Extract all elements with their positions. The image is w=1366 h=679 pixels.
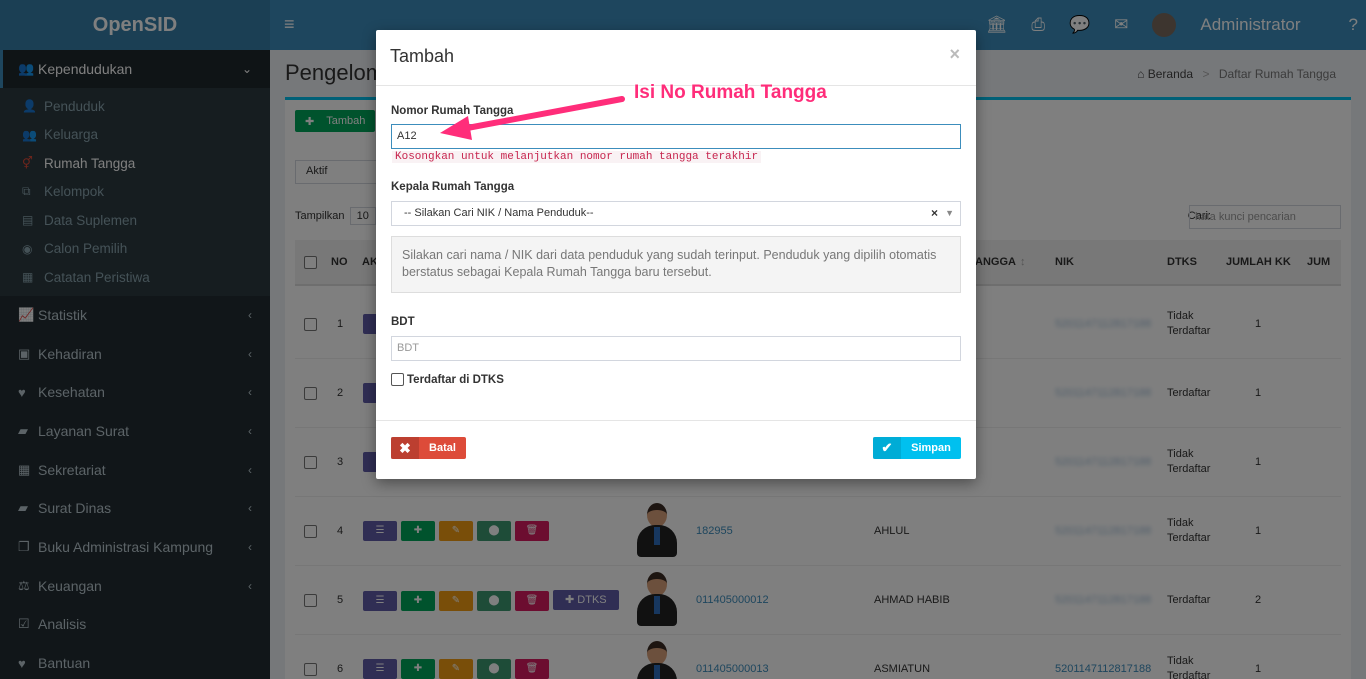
cancel-button[interactable]: ✖ Batal	[391, 437, 466, 459]
check-icon: ✔	[873, 437, 901, 459]
modal-footer: ✖ Batal ✔ Simpan	[376, 420, 976, 479]
bdt-label: BDT	[391, 316, 415, 328]
nomor-hint: Kosongkan untuk melanjutkan nomor rumah …	[392, 151, 762, 163]
cancel-label: Batal	[429, 442, 456, 454]
kepala-rumah-tangga-select[interactable]: -- Silakan Cari NIK / Nama Penduduk-- × …	[391, 201, 961, 226]
dtks-checkbox-label: Terdaftar di DTKS	[407, 373, 504, 386]
modal-title: Tambah	[390, 46, 455, 66]
caret-down-icon[interactable]: ▼	[945, 208, 954, 218]
clear-icon[interactable]: ×	[931, 206, 938, 220]
bdt-input[interactable]: BDT	[391, 336, 961, 361]
info-callout: Silakan cari nama / NIK dari data pendud…	[391, 236, 961, 293]
dtks-checkbox-row[interactable]: Terdaftar di DTKS	[391, 373, 504, 386]
save-label: Simpan	[911, 442, 951, 454]
save-button[interactable]: ✔ Simpan	[873, 437, 961, 459]
kepala-select-value: -- Silakan Cari NIK / Nama Penduduk--	[404, 207, 594, 219]
close-icon[interactable]: ×	[949, 44, 960, 65]
close-icon: ✖	[391, 437, 419, 459]
nomor-rumah-tangga-input[interactable]: A12	[391, 124, 961, 149]
dtks-checkbox[interactable]	[391, 373, 404, 386]
modal-header: Tambah ×	[376, 30, 976, 86]
app: OpenSID 👥 Kependudukan ⌄ 👤Penduduk 👥Kelu…	[0, 0, 1366, 679]
annotation-text: Isi No Rumah Tangga	[634, 82, 827, 103]
nomor-label: Nomor Rumah Tangga	[391, 105, 514, 117]
kepala-label: Kepala Rumah Tangga	[391, 181, 515, 193]
